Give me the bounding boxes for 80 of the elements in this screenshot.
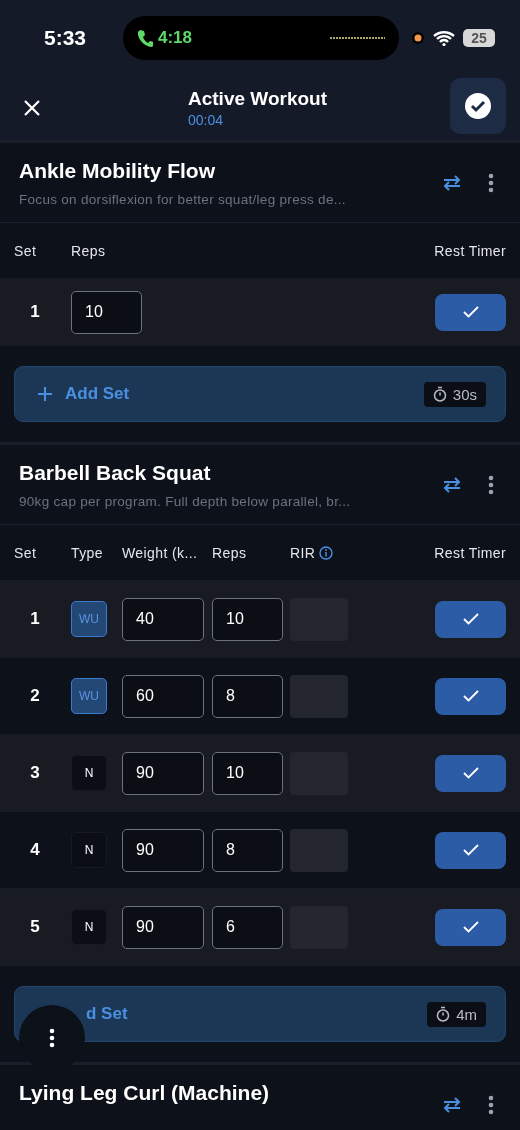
elapsed-time: 00:04 xyxy=(188,112,225,128)
reps-field[interactable]: 8 xyxy=(212,674,283,718)
more-options-button[interactable] xyxy=(488,1095,494,1115)
column-header: Rest Timer xyxy=(434,242,506,259)
set-number: 5 xyxy=(29,917,41,937)
set-number: 1 xyxy=(29,609,41,629)
column-header: Reps xyxy=(71,242,106,259)
exercise-title: Ankle Mobility Flow xyxy=(19,159,216,183)
more-vertical-icon xyxy=(488,173,494,193)
reps-field[interactable]: 10 xyxy=(212,751,283,795)
reps-field[interactable]: 8 xyxy=(212,828,283,872)
exercise-note: Focus on dorsiflexion for better squat/leg press de... xyxy=(19,192,347,207)
more-vertical-icon xyxy=(488,1095,494,1115)
swap-exercise-button[interactable] xyxy=(442,477,462,493)
checkmark-icon xyxy=(462,690,479,702)
waveform-icon xyxy=(329,35,385,41)
swap-arrows-icon xyxy=(442,175,462,191)
exercise-note: 90kg cap per program. Full depth below parallel, br... xyxy=(19,494,352,509)
exercise-title: Barbell Back Squat xyxy=(19,461,212,485)
rest-timer-badge: 30s xyxy=(423,381,486,407)
recording-dot-icon xyxy=(411,31,425,45)
info-icon xyxy=(319,545,334,560)
close-button[interactable] xyxy=(22,98,42,118)
stopwatch-icon xyxy=(432,386,447,402)
column-header: Set xyxy=(14,544,37,561)
set-type-button[interactable]: N xyxy=(71,755,107,791)
complete-set-button[interactable] xyxy=(435,293,506,331)
column-header: Type xyxy=(71,544,103,561)
column-header: Rest Timer xyxy=(434,544,506,561)
set-number: 2 xyxy=(29,686,41,706)
reps-field[interactable]: 10 xyxy=(71,290,142,334)
weight-field[interactable]: 60 xyxy=(122,674,204,718)
add-set-button[interactable]: Add Set 30s xyxy=(14,366,506,422)
column-header: Reps xyxy=(212,544,247,561)
more-options-button[interactable] xyxy=(488,173,494,193)
weight-field[interactable]: 90 xyxy=(122,905,204,949)
clock-time: 5:33 xyxy=(44,26,88,50)
swap-exercise-button[interactable] xyxy=(442,175,462,191)
wifi-icon xyxy=(433,30,455,46)
add-set-button[interactable]: d Set 4m xyxy=(14,986,506,1042)
close-icon xyxy=(22,98,42,118)
column-header: Set xyxy=(14,242,37,259)
complete-set-button[interactable] xyxy=(435,908,506,946)
checkmark-icon xyxy=(462,844,479,856)
complete-set-button[interactable] xyxy=(435,677,506,715)
reps-field[interactable]: 10 xyxy=(212,597,283,641)
screen-title: Active Workout xyxy=(188,88,328,110)
weight-field[interactable]: 90 xyxy=(122,751,204,795)
complete-set-button[interactable] xyxy=(435,754,506,792)
checkmark-icon xyxy=(462,306,479,318)
set-type-button[interactable]: N xyxy=(71,909,107,945)
checkmark-icon xyxy=(462,921,479,933)
column-header: Weight (k... xyxy=(122,544,198,561)
plus-icon xyxy=(37,386,53,402)
swap-exercise-button[interactable] xyxy=(442,1097,462,1113)
checkmark-icon xyxy=(462,767,479,779)
more-options-button[interactable] xyxy=(488,475,494,495)
checkmark-icon xyxy=(464,92,492,120)
set-type-button[interactable]: N xyxy=(71,832,107,868)
checkmark-icon xyxy=(462,613,479,625)
weight-field[interactable]: 40 xyxy=(122,597,204,641)
call-timer[interactable]: 4:18 xyxy=(158,28,193,48)
finish-workout-button[interactable] xyxy=(450,78,506,134)
set-number: 1 xyxy=(29,302,41,322)
exercise-title: Lying Leg Curl (Machine) xyxy=(19,1081,271,1105)
complete-set-button[interactable] xyxy=(435,831,506,869)
rest-timer-badge: 4m xyxy=(427,1001,486,1027)
swap-arrows-icon xyxy=(442,1097,462,1113)
more-vertical-icon xyxy=(488,475,494,495)
phone-icon xyxy=(137,29,153,47)
reps-field[interactable]: 6 xyxy=(212,905,283,949)
more-vertical-icon xyxy=(49,1028,55,1048)
complete-set-button[interactable] xyxy=(435,600,506,638)
set-number: 3 xyxy=(29,763,41,783)
battery-level: 25 xyxy=(463,29,495,47)
swap-arrows-icon xyxy=(442,477,462,493)
stopwatch-icon xyxy=(436,1006,451,1022)
weight-field[interactable]: 90 xyxy=(122,828,204,872)
column-header: RIR xyxy=(290,544,316,561)
set-number: 4 xyxy=(29,840,41,860)
